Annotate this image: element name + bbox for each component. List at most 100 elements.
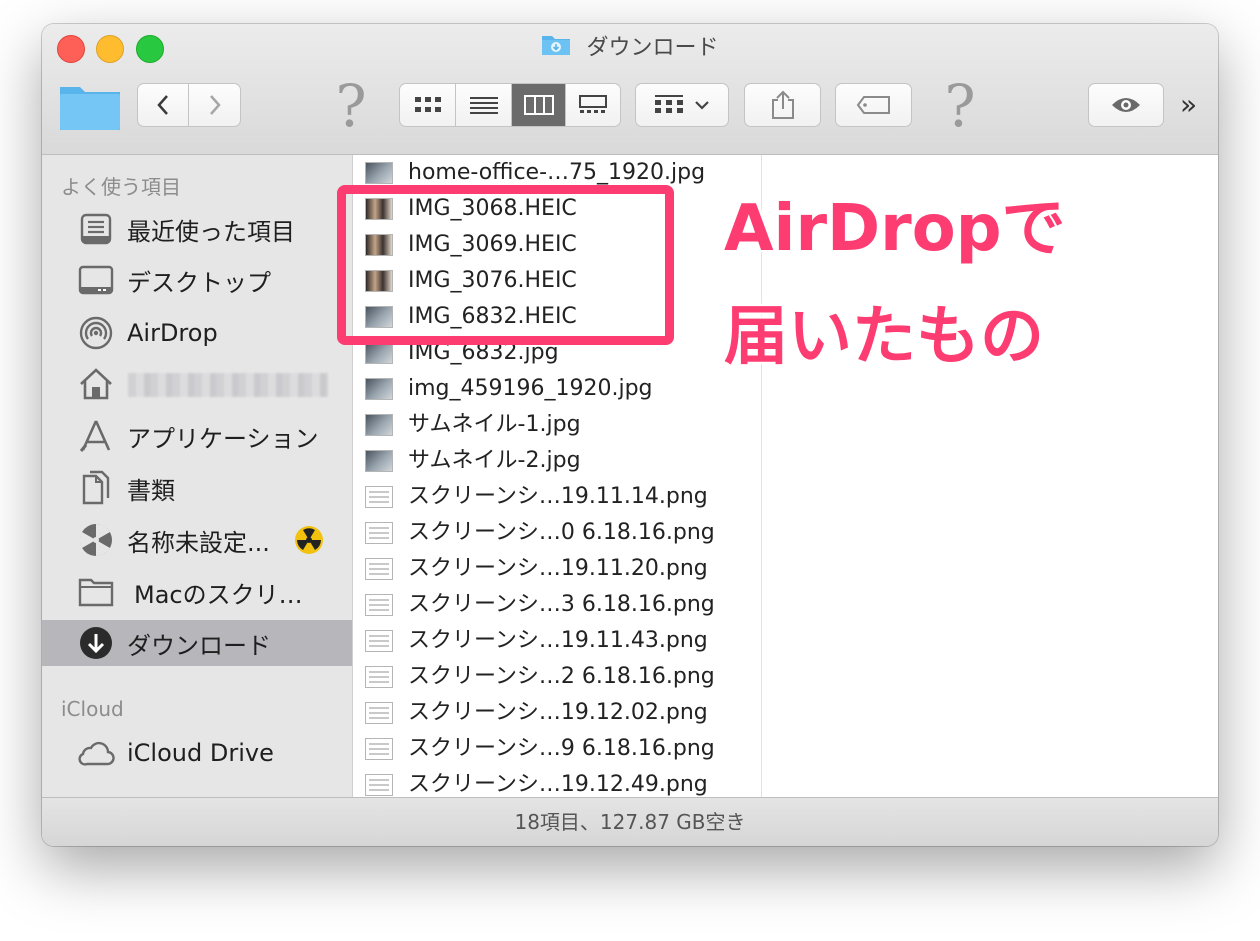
file-name: スクリーンシ…19.11.20.png <box>408 556 708 581</box>
tag-icon <box>856 96 890 114</box>
gallery-view-button[interactable] <box>566 84 620 126</box>
titlebar: ダウンロード ? ? » <box>42 24 1218 155</box>
tags-button[interactable] <box>835 83 912 127</box>
view-mode-control <box>399 83 621 127</box>
eject-radiation-icon[interactable] <box>294 525 324 559</box>
sidebar-item-disk[interactable]: 名称未設定... <box>42 517 352 563</box>
eye-icon <box>1112 98 1140 112</box>
share-icon <box>771 90 794 119</box>
window-title-area: ダウンロード <box>42 32 1218 65</box>
sidebar-item-label: ダウンロード <box>127 631 271 660</box>
icloud-heading: iCloud <box>61 697 124 721</box>
annotation-text-line2: 届いたもの <box>724 300 1044 374</box>
recents-icon <box>77 210 115 248</box>
file-name: スクリーンシ…0 6.18.16.png <box>408 520 715 545</box>
sidebar-item-label: AirDrop <box>127 319 218 347</box>
sidebar: よく使う項目 最近使った項目 デスクトップ AirDrop アプリケーション 書… <box>42 155 353 797</box>
file-name: スクリーンシ…19.11.14.png <box>408 484 708 509</box>
file-name: スクリーンシ…2 6.18.16.png <box>408 664 715 689</box>
finder-window: ダウンロード ? ? » よく使う項目 最近使った項目 デスクトップ AirDr… <box>42 24 1218 846</box>
file-thumbnail-icon <box>365 162 393 184</box>
group-icon <box>655 95 683 113</box>
documents-icon <box>77 469 115 507</box>
sidebar-item-desktop[interactable]: デスクトップ <box>42 257 352 303</box>
status-bar: 18項目、127.87 GB空き <box>42 797 1218 846</box>
sidebar-item-label: iCloud Drive <box>127 739 274 767</box>
file-row[interactable]: スクリーンシ…19.12.49.png <box>353 767 761 797</box>
sidebar-item-label: デスクトップ <box>127 268 271 297</box>
file-row[interactable]: スクリーンシ…19.11.20.png <box>353 551 761 587</box>
icon-view-button[interactable] <box>400 84 456 126</box>
desktop-icon <box>77 261 115 299</box>
sidebar-item-home[interactable] <box>42 361 352 407</box>
file-row[interactable]: スクリーンシ…19.12.02.png <box>353 695 761 731</box>
downloads-folder-icon <box>541 32 571 65</box>
icon-view-icon <box>414 97 441 112</box>
disk-icon <box>77 521 115 559</box>
column-view-icon <box>523 95 554 115</box>
sidebar-item-airdrop[interactable]: AirDrop <box>42 310 352 356</box>
file-row[interactable]: サムネイル-2.jpg <box>353 443 761 479</box>
file-thumbnail-icon <box>365 738 393 760</box>
folder-icon <box>77 573 115 611</box>
file-row[interactable]: スクリーンシ…19.11.14.png <box>353 479 761 515</box>
file-row[interactable]: スクリーンシ…9 6.18.16.png <box>353 731 761 767</box>
file-row[interactable]: スクリーンシ…19.11.43.png <box>353 623 761 659</box>
downloads-icon <box>77 624 115 662</box>
share-button[interactable] <box>744 83 821 127</box>
sidebar-item-recents[interactable]: 最近使った項目 <box>42 206 352 252</box>
sidebar-item-label: 名称未設定... <box>127 528 270 557</box>
file-name: スクリーンシ…19.12.49.png <box>408 772 708 797</box>
file-row[interactable]: スクリーンシ…2 6.18.16.png <box>353 659 761 695</box>
file-thumbnail-icon <box>365 486 393 508</box>
chevron-right-icon <box>209 95 221 115</box>
group-by-button[interactable] <box>635 83 729 127</box>
file-name: スクリーンシ…19.11.43.png <box>408 628 708 653</box>
file-thumbnail-icon <box>365 414 393 436</box>
file-row[interactable]: スクリーンシ…3 6.18.16.png <box>353 587 761 623</box>
chevron-down-icon <box>695 101 709 110</box>
file-thumbnail-icon <box>365 558 393 580</box>
sidebar-item-label: アプリケーション <box>127 424 319 453</box>
window-title: ダウンロード <box>586 35 719 61</box>
file-name: img_459196_1920.jpg <box>408 376 653 401</box>
sidebar-item-label: 書類 <box>127 476 175 505</box>
chevron-left-icon <box>157 95 168 115</box>
list-view-icon <box>469 97 498 114</box>
toolbar-overflow-button[interactable]: » <box>1180 88 1197 122</box>
file-name: スクリーンシ…9 6.18.16.png <box>408 736 715 761</box>
file-thumbnail-icon <box>365 522 393 544</box>
file-name: home-office-…75_1920.jpg <box>408 160 706 185</box>
list-view-button[interactable] <box>456 84 512 126</box>
column-view-button[interactable] <box>512 84 566 126</box>
file-name: サムネイル-2.jpg <box>408 448 581 473</box>
file-thumbnail-icon <box>365 378 393 400</box>
sidebar-item-documents[interactable]: 書類 <box>42 465 352 511</box>
file-name: スクリーンシ…19.12.02.png <box>408 700 708 725</box>
sidebar-item-label: Macのスクリ… <box>134 580 303 609</box>
file-thumbnail-icon <box>365 774 393 796</box>
gallery-view-icon <box>579 95 607 113</box>
applications-icon <box>77 417 115 455</box>
folder-proxy-icon[interactable] <box>59 81 121 135</box>
question-mark-icon[interactable]: ? <box>331 76 371 136</box>
sidebar-item-applications[interactable]: アプリケーション <box>42 413 352 459</box>
favorites-heading: よく使う項目 <box>61 175 181 199</box>
forward-button[interactable] <box>189 84 240 126</box>
question-mark-icon-2[interactable]: ? <box>940 76 980 136</box>
file-thumbnail-icon <box>365 666 393 688</box>
quick-look-button[interactable] <box>1088 83 1164 127</box>
sidebar-item-mac-screenshots[interactable]: Macのスクリ… <box>42 569 352 615</box>
annotation-text-line1: AirDropで <box>724 192 1066 266</box>
back-button[interactable] <box>138 84 190 126</box>
sidebar-item-icloud-drive[interactable]: iCloud Drive <box>42 730 352 776</box>
file-thumbnail-icon <box>365 702 393 724</box>
home-icon <box>77 365 115 403</box>
file-row[interactable]: スクリーンシ…0 6.18.16.png <box>353 515 761 551</box>
annotation-highlight-box <box>337 185 674 345</box>
airdrop-icon <box>77 314 115 352</box>
file-row[interactable]: img_459196_1920.jpg <box>353 371 761 407</box>
file-row[interactable]: サムネイル-1.jpg <box>353 407 761 443</box>
sidebar-item-downloads[interactable]: ダウンロード <box>42 620 352 666</box>
file-thumbnail-icon <box>365 594 393 616</box>
